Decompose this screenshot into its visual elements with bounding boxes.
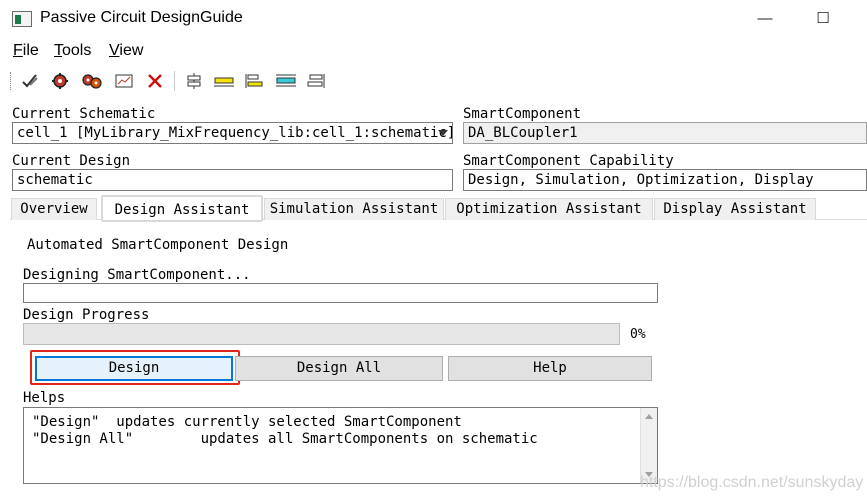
gears-multi-icon[interactable] <box>80 70 104 92</box>
helps-textarea[interactable]: "Design" updates currently selected Smar… <box>23 407 658 484</box>
scroll-up-icon[interactable] <box>645 414 653 419</box>
toolbar <box>0 66 867 96</box>
align-yellow-icon[interactable] <box>212 70 236 92</box>
align-right-icon[interactable] <box>304 70 328 92</box>
designing-label: Designing SmartComponent... <box>23 267 251 283</box>
minimize-button[interactable]: — <box>750 8 780 30</box>
current-design-label: Current Design <box>12 153 131 169</box>
current-design-field[interactable]: schematic <box>12 169 453 191</box>
gear-red-icon[interactable] <box>48 70 72 92</box>
delete-x-icon[interactable] <box>143 70 167 92</box>
title-bar: Passive Circuit DesignGuide — ☐ <box>0 0 867 38</box>
align-left-icon[interactable] <box>242 70 266 92</box>
help-line: "Design" updates currently selected Smar… <box>32 414 462 430</box>
helps-scrollbar[interactable] <box>640 408 657 483</box>
app-icon <box>12 11 32 27</box>
toolbar-grip <box>10 72 12 90</box>
maximize-button[interactable]: ☐ <box>808 8 838 30</box>
capability-field: Design, Simulation, Optimization, Displa… <box>463 169 867 191</box>
menu-file[interactable]: File <box>13 42 39 60</box>
tab-overview[interactable]: Overview <box>11 198 97 220</box>
help-line: "Design All" updates all SmartComponents… <box>32 431 538 447</box>
designing-field <box>23 283 658 303</box>
progress-percent: 0% <box>630 327 646 342</box>
helps-label: Helps <box>23 390 66 406</box>
design-heading: Automated SmartComponent Design <box>27 237 289 253</box>
design-progress-bar <box>23 323 620 345</box>
design-button[interactable]: Design <box>35 356 233 381</box>
current-schematic-select[interactable]: cell_1 [MyLibrary_MixFrequency_lib:cell_… <box>12 122 453 144</box>
watermark: https://blog.csdn.net/sunskyday <box>640 474 864 491</box>
align-cyan-icon[interactable] <box>274 70 298 92</box>
capability-label: SmartComponent Capability <box>463 153 674 169</box>
window-title: Passive Circuit DesignGuide <box>40 9 243 26</box>
chart-icon[interactable] <box>112 70 136 92</box>
chevron-down-icon <box>438 130 448 136</box>
check-wand-icon[interactable] <box>18 70 42 92</box>
tab-optimization-assistant[interactable]: Optimization Assistant <box>445 198 653 220</box>
design-all-button[interactable]: Design All <box>235 356 443 381</box>
tab-design-assistant[interactable]: Design Assistant <box>101 195 263 222</box>
menu-tools[interactable]: Tools <box>54 42 91 60</box>
progress-label: Design Progress <box>23 307 150 323</box>
smartcomponent-field: DA_BLCoupler1 <box>463 122 867 144</box>
align-top-icon[interactable] <box>182 70 206 92</box>
help-button[interactable]: Help <box>448 356 652 381</box>
smartcomponent-label: SmartComponent <box>463 106 582 122</box>
current-schematic-value: cell_1 [MyLibrary_MixFrequency_lib:cell_… <box>17 125 453 141</box>
tab-display-assistant[interactable]: Display Assistant <box>654 198 816 220</box>
current-schematic-label: Current Schematic <box>12 106 156 122</box>
menu-view[interactable]: View <box>109 42 143 60</box>
toolbar-separator <box>174 71 175 91</box>
tab-simulation-assistant[interactable]: Simulation Assistant <box>264 198 444 220</box>
